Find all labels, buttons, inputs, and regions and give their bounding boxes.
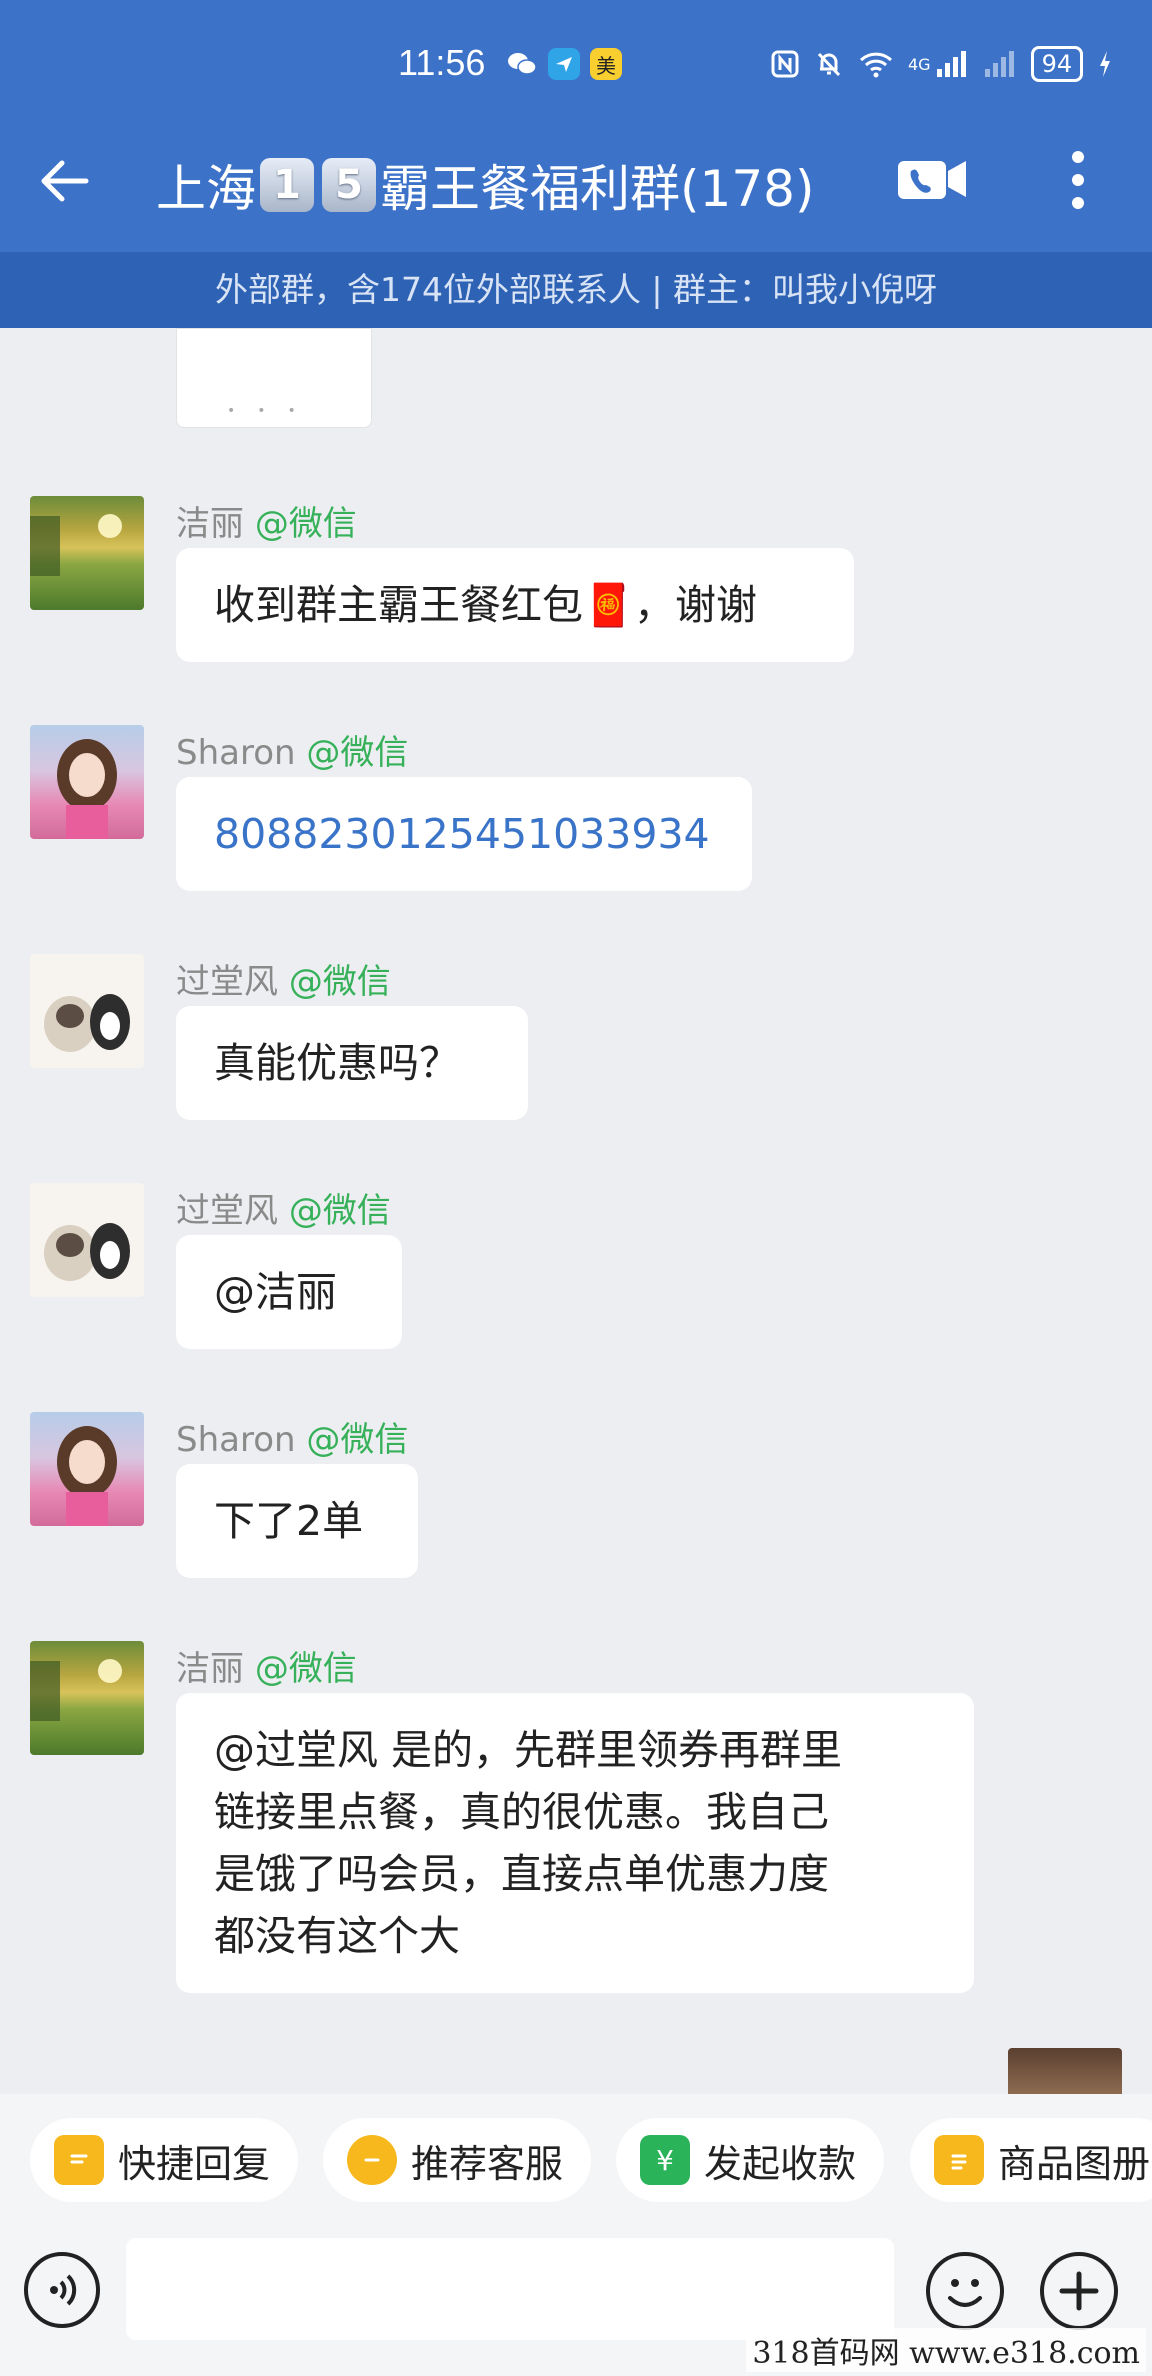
sender-name: Sharon @微信 [176, 733, 409, 773]
chat-title: 上海 1 5 霸王餐福利群(178) [156, 149, 814, 221]
message-bubble[interactable]: 收到群主霸王餐红包🧧，谢谢 [176, 548, 854, 662]
message-line: 链接里点餐，真的很优惠。我自己 [214, 1788, 829, 1836]
send-app-icon [548, 48, 580, 80]
recommend-service-label: 推荐客服 [411, 2141, 564, 2186]
message-line: 是饿了吗会员，直接点单优惠力度 [214, 1850, 829, 1898]
voice-input-icon[interactable] [24, 2252, 100, 2328]
field-sunset-avatar[interactable] [30, 496, 144, 610]
status-system-icons: 4G 94 [770, 46, 1113, 82]
quick-reply-label: 快捷回复 [118, 2141, 271, 2186]
cartoon-girl-avatar[interactable] [30, 725, 144, 839]
product-catalog-button[interactable]: 商品图册 [910, 2118, 1152, 2202]
field-sunset-avatar[interactable] [30, 1641, 144, 1755]
message-bubble[interactable]: 下了2单 [176, 1464, 418, 1578]
message-text-input[interactable] [126, 2238, 894, 2340]
collect-payment-label: 发起收款 [704, 2141, 857, 2186]
title-suffix: 霸王餐福利群(178) [380, 160, 815, 218]
meituan-icon: 美 [590, 48, 622, 80]
chat-message-list[interactable]: ••• 洁丽 @微信 收到群主霸王餐红包🧧，谢谢 Sharon @微信 8088… [0, 328, 1152, 2094]
recommend-service-button[interactable]: 推荐客服 [323, 2118, 592, 2202]
self-avatar[interactable] [1008, 2048, 1122, 2094]
wifi-icon [859, 52, 893, 78]
nfc-icon [771, 50, 799, 78]
video-call-icon[interactable] [896, 151, 970, 207]
message-bubble[interactable]: 真能优惠吗？ [176, 1006, 528, 1120]
signal-icon-2 [984, 51, 1014, 77]
emoji-icon[interactable] [926, 2252, 1004, 2330]
product-catalog-label: 商品图册 [998, 2141, 1151, 2186]
message-bubble[interactable]: 808823012545103393​4 [176, 777, 752, 891]
catalog-icon [934, 2135, 984, 2185]
sender-name: 洁丽 @微信 [176, 1649, 357, 1689]
sender-name: 过堂风 @微信 [176, 1191, 391, 1231]
quick-action-bar: 快捷回复 推荐客服 ¥ 发起收款 商品图册 [0, 2094, 1152, 2224]
sender-name: Sharon @微信 [176, 1420, 409, 1460]
status-time: 11:56 [398, 42, 486, 83]
back-arrow-icon[interactable] [36, 153, 92, 209]
collect-payment-button[interactable]: ¥ 发起收款 [616, 2118, 885, 2202]
quick-reply-button[interactable]: 快捷回复 [30, 2118, 299, 2202]
message-line: 都没有这个大 [214, 1912, 460, 1960]
message-bubble[interactable]: @洁丽 [176, 1235, 402, 1349]
more-options-icon[interactable] [1056, 149, 1100, 211]
previous-image-message[interactable]: ••• [176, 328, 372, 428]
top-header: 11:56 美 4G 94 上海 1 5 霸王餐福利群(178) [0, 0, 1152, 252]
quick-reply-icon [54, 2135, 104, 2185]
sender-name: 洁丽 @微信 [176, 504, 357, 544]
navigation-bar: 上海 1 5 霸王餐福利群(178) [0, 135, 1152, 225]
dog-cat-avatar[interactable] [30, 1183, 144, 1297]
group-info-bar[interactable]: 外部群，含174位外部联系人 | 群主：叫我小倪呀 [0, 252, 1152, 328]
message-input-bar: 318首码网 www.e318.com [0, 2224, 1152, 2376]
image-dots: ••• [227, 403, 318, 419]
mute-bell-icon [817, 52, 841, 77]
title-prefix: 上海 [156, 160, 256, 218]
yuan-shield-icon: ¥ [640, 2135, 690, 2185]
charging-icon [1100, 51, 1111, 77]
sender-name: 过堂风 @微信 [176, 962, 391, 1002]
network-type: 4G [908, 54, 931, 74]
keycap-five: 5 [322, 158, 376, 212]
battery-level: 94 [1030, 46, 1084, 82]
dog-cat-avatar[interactable] [30, 954, 144, 1068]
add-more-icon[interactable] [1040, 2252, 1118, 2330]
keycap-one: 1 [260, 158, 314, 212]
chat-bubble-icon [347, 2135, 397, 2185]
status-app-icons: 美 [506, 48, 622, 80]
status-bar: 11:56 美 4G 94 [0, 38, 1152, 98]
message-bubble[interactable]: @过堂风 是的，先群里领券再群里 链接里点餐，真的很优惠。我自己 是饿了吗会员，… [176, 1693, 974, 1993]
cartoon-girl-avatar[interactable] [30, 1412, 144, 1526]
signal-icon [936, 51, 966, 77]
message-line: @过堂风 是的，先群里领券再群里 [214, 1726, 843, 1774]
site-watermark: 318首码网 www.e318.com [746, 2328, 1146, 2372]
wechat-icon [506, 48, 538, 80]
